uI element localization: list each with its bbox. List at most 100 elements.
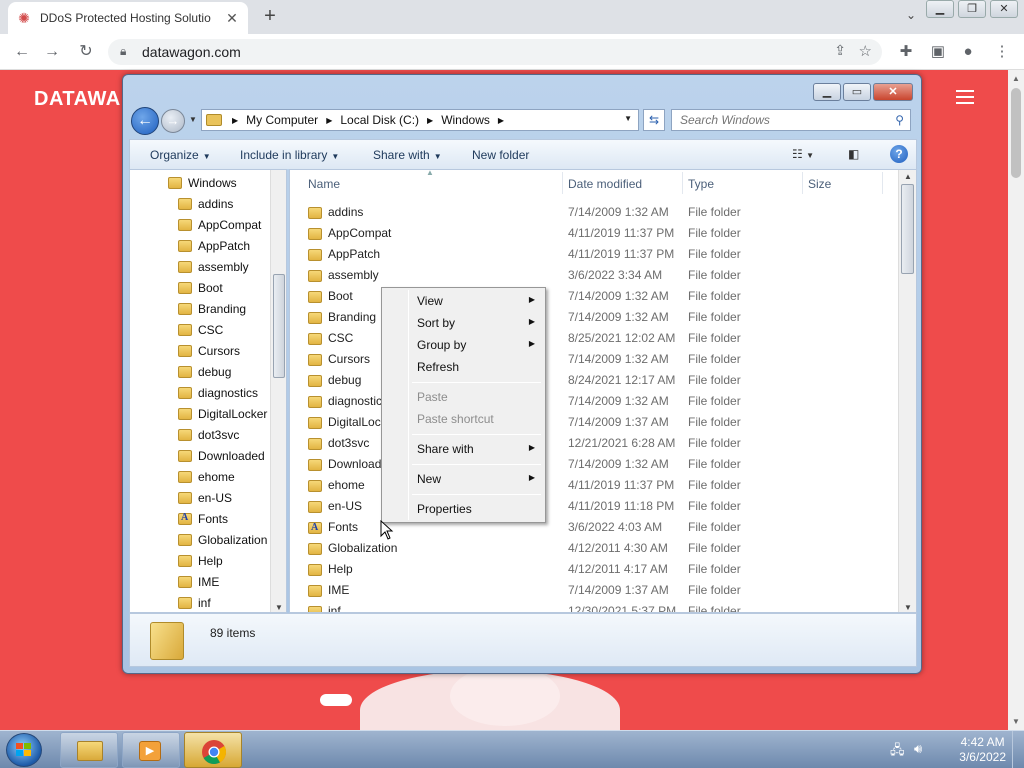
nav-folder[interactable]: DigitalLocker — [178, 403, 267, 424]
nav-folder[interactable]: AppPatch — [178, 235, 250, 256]
lock-icon[interactable]: 🔒︎ — [120, 44, 126, 59]
nav-folder[interactable]: Help — [178, 550, 223, 571]
nav-folder[interactable]: Globalization — [178, 529, 267, 550]
taskbar-media-player-button[interactable]: ▶ — [122, 732, 180, 768]
breadcrumb-separator-icon[interactable]: ▶ — [232, 116, 238, 125]
show-desktop-button[interactable] — [1012, 731, 1024, 768]
nav-folder[interactable]: Boot — [178, 277, 223, 298]
nav-scrollbar[interactable]: ▼ — [270, 170, 286, 612]
preview-pane-icon[interactable]: ◧ — [848, 147, 859, 161]
search-input[interactable] — [672, 110, 882, 130]
profile-avatar-icon[interactable]: ● — [958, 42, 978, 62]
nav-folder[interactable]: Cursors — [178, 340, 240, 361]
side-panel-icon[interactable]: ▣ — [928, 42, 948, 62]
network-icon[interactable]: 🖧︎ — [890, 741, 905, 763]
nav-folder[interactable]: Downloaded — [178, 445, 265, 466]
file-row[interactable]: IME 7/14/2009 1:37 AM File folder — [290, 580, 896, 601]
address-dropdown-icon[interactable]: ▼ — [624, 114, 632, 123]
tab-close-icon[interactable]: ✕ — [224, 10, 240, 27]
scroll-down-icon[interactable]: ▼ — [1012, 717, 1020, 726]
nav-folder[interactable]: IME — [178, 571, 219, 592]
nav-folder[interactable]: diagnostics — [178, 382, 258, 403]
breadcrumb-separator-icon[interactable]: ▶ — [427, 116, 433, 125]
file-row[interactable]: Globalization 4/12/2011 4:30 AM File folde… — [290, 538, 896, 559]
file-list-scroll-thumb[interactable] — [901, 184, 914, 274]
file-list-scrollbar[interactable]: ▲ ▼ — [898, 170, 916, 612]
bookmark-star-icon[interactable]: ☆ — [859, 42, 872, 60]
breadcrumb-separator-icon[interactable]: ▶ — [498, 116, 504, 125]
page-scroll-thumb[interactable] — [1011, 88, 1021, 178]
recent-pages-dropdown-icon[interactable]: ▼ — [189, 115, 197, 124]
refresh-icon[interactable]: ⇆ — [643, 109, 665, 131]
column-header-date[interactable]: Date modified — [568, 172, 642, 196]
new-tab-icon[interactable]: + — [258, 4, 282, 28]
hamburger-menu-icon[interactable] — [956, 90, 974, 108]
column-divider[interactable] — [882, 172, 883, 194]
share-with-button[interactable]: Share with ▼ — [373, 148, 442, 162]
change-view-icon[interactable]: ☷ ▼ — [792, 147, 814, 161]
column-header-type[interactable]: Type — [688, 172, 714, 196]
menu-item-group-by[interactable]: Group by ▶ — [384, 334, 543, 356]
explorer-maximize-button[interactable]: ▭ — [843, 83, 871, 101]
explorer-forward-icon[interactable]: → — [161, 109, 185, 133]
file-row[interactable]: addins 7/14/2009 1:32 AM File folder — [290, 202, 896, 223]
nav-scroll-thumb[interactable] — [273, 274, 285, 378]
explorer-close-button[interactable]: ✕ — [873, 83, 913, 101]
scroll-up-icon[interactable]: ▲ — [904, 172, 912, 181]
nav-folder[interactable]: Fonts — [178, 508, 228, 529]
column-divider[interactable] — [682, 172, 683, 194]
file-row[interactable]: assembly 3/6/2022 3:34 AM File folder — [290, 265, 896, 286]
menu-item-paste-shortcut[interactable]: Paste shortcut — [384, 408, 543, 430]
file-row[interactable]: inf 12/30/2021 5:37 PM File folder — [290, 601, 896, 612]
nav-folder[interactable]: CSC — [178, 319, 223, 340]
file-row[interactable]: Help 4/12/2011 4:17 AM File folder — [290, 559, 896, 580]
column-header-name[interactable]: Name — [308, 172, 340, 196]
nav-folder[interactable]: ehome — [178, 466, 235, 487]
start-button[interactable] — [6, 733, 42, 767]
help-icon[interactable]: ? — [890, 145, 908, 163]
menu-item-paste[interactable]: Paste — [384, 386, 543, 408]
nav-folder[interactable]: en-US — [178, 487, 232, 508]
scroll-down-icon[interactable]: ▼ — [904, 603, 912, 612]
file-row[interactable]: AppCompat 4/11/2019 11:37 PM File folder — [290, 223, 896, 244]
menu-item-new[interactable]: New ▶ — [384, 468, 543, 490]
explorer-minimize-button[interactable]: ▁ — [813, 83, 841, 101]
browser-menu-icon[interactable]: ⋮ — [992, 42, 1012, 62]
volume-icon[interactable]: 🔊︎ — [914, 741, 922, 757]
search-box[interactable]: ⚲ — [671, 109, 911, 131]
address-bar[interactable]: 🔒︎ datawagon.com ⇪ ☆ — [108, 39, 882, 65]
share-icon[interactable]: ⇪ — [834, 42, 846, 59]
menu-item-properties[interactable]: Properties — [384, 498, 543, 520]
nav-folder[interactable]: inf — [178, 592, 211, 612]
menu-item-share-with[interactable]: Share with ▶ — [384, 438, 543, 460]
extensions-puzzle-icon[interactable]: ✚ — [896, 42, 916, 62]
url-text[interactable]: datawagon.com — [142, 44, 241, 60]
nav-folder-windows[interactable]: Windows — [168, 172, 237, 193]
back-arrow-icon[interactable]: ← — [12, 42, 32, 62]
nav-folder[interactable]: Branding — [178, 298, 246, 319]
menu-item-refresh[interactable]: Refresh — [384, 356, 543, 378]
browser-close-button[interactable]: ✕ — [990, 0, 1018, 18]
file-row[interactable]: AppPatch 4/11/2019 11:37 PM File folder — [290, 244, 896, 265]
reload-icon[interactable]: ↻ — [76, 42, 96, 62]
scroll-up-icon[interactable]: ▲ — [1012, 74, 1020, 83]
column-divider[interactable] — [562, 172, 563, 194]
browser-tab[interactable]: ✺ DDoS Protected Hosting Solutio ✕ — [8, 2, 248, 34]
nav-folder[interactable]: dot3svc — [178, 424, 239, 445]
site-logo[interactable]: DATAWA — [34, 88, 121, 111]
search-icon[interactable]: ⚲ — [895, 113, 904, 127]
scroll-down-icon[interactable]: ▼ — [275, 603, 283, 612]
breadcrumb-local-disk[interactable]: Local Disk (C:) — [340, 113, 419, 127]
menu-item-sort-by[interactable]: Sort by ▶ — [384, 312, 543, 334]
system-clock[interactable]: 4:42 AM 3/6/2022 — [959, 735, 1006, 765]
breadcrumb-windows[interactable]: Windows — [441, 113, 490, 127]
nav-folder[interactable]: assembly — [178, 256, 249, 277]
column-divider[interactable] — [802, 172, 803, 194]
include-in-library-button[interactable]: Include in library ▼ — [240, 148, 339, 162]
column-header-size[interactable]: Size — [808, 172, 831, 196]
explorer-address-bar[interactable]: ▶ My Computer ▶ Local Disk (C:) ▶ Window… — [201, 109, 639, 131]
explorer-back-icon[interactable]: ← — [131, 107, 159, 135]
browser-restore-button[interactable]: ❐ — [958, 0, 986, 18]
browser-minimize-button[interactable]: ▁ — [926, 0, 954, 18]
nav-folder[interactable]: AppCompat — [178, 214, 261, 235]
